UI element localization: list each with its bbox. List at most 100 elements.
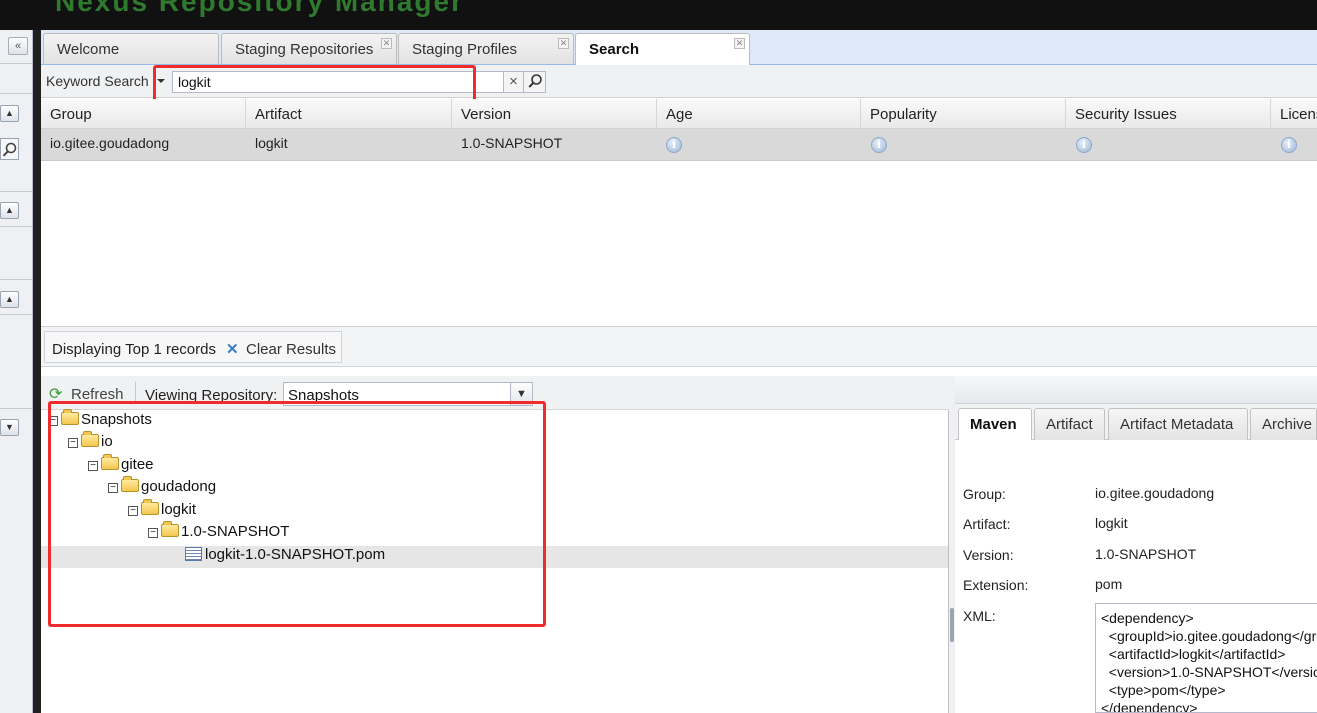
cell-group: io.gitee.goudadong — [50, 135, 170, 151]
results-status-bar: Displaying Top 1 records ✕ Clear Results — [41, 326, 1317, 367]
info-icon[interactable]: i — [1281, 137, 1297, 153]
column-header-security-issues[interactable]: Security Issues — [1066, 99, 1271, 129]
nav-section-collapse-icon[interactable]: ▲ — [0, 105, 19, 122]
nav-divider — [0, 63, 33, 64]
folder-icon — [81, 431, 99, 447]
refresh-button[interactable]: Refresh — [71, 386, 124, 403]
nav-divider — [0, 408, 33, 409]
tab-label: Welcome — [57, 41, 120, 58]
tab-label: Search — [589, 41, 640, 58]
pom-file-icon — [185, 547, 202, 561]
tab-strip: Welcome Staging Repositories ✕ Staging Pr… — [41, 30, 1317, 65]
nav-divider — [0, 191, 33, 192]
info-icon[interactable]: i — [871, 137, 887, 153]
tree-node-io[interactable]: − io — [68, 431, 113, 455]
nav-section-collapse-icon[interactable]: ▲ — [0, 202, 19, 219]
tree-node-logkit[interactable]: − logkit — [128, 499, 197, 523]
column-header-age[interactable]: Age — [657, 99, 861, 129]
tab-archive[interactable]: Archive — [1250, 408, 1317, 440]
tree-node-label: Snapshots — [81, 411, 152, 428]
extension-label: Extension: — [963, 577, 1029, 593]
tab-artifact-metadata[interactable]: Artifact Metadata — [1108, 408, 1248, 440]
folder-icon — [61, 409, 79, 425]
tab-search[interactable]: Search ✕ — [575, 33, 750, 65]
folder-icon — [101, 454, 119, 470]
column-header-version[interactable]: Version — [452, 99, 657, 129]
tree-node-label: logkit-1.0-SNAPSHOT.pom — [205, 546, 386, 563]
extension-value: pom — [1095, 576, 1123, 592]
tab-welcome[interactable]: Welcome — [43, 33, 219, 64]
tab-staging-profiles[interactable]: Staging Profiles ✕ — [398, 33, 574, 64]
nav-section-expand-icon[interactable]: ▼ — [0, 419, 19, 436]
version-label: Version: — [963, 547, 1014, 563]
chevron-down-icon[interactable]: ▼ — [510, 383, 532, 405]
keyword-search-toolbar: Keyword Search × — [41, 65, 1317, 98]
collapse-nav-button[interactable]: « — [8, 37, 28, 55]
details-header — [955, 376, 1317, 404]
nav-section-collapse-icon[interactable]: ▲ — [0, 291, 19, 308]
chevron-down-icon[interactable] — [157, 79, 165, 83]
cell-version: 1.0-SNAPSHOT — [461, 135, 563, 151]
drag-grip-icon[interactable] — [950, 608, 954, 642]
tree-node-gitee[interactable]: − gitee — [88, 454, 154, 478]
tab-label: Staging Repositories — [235, 41, 374, 58]
artifact-label: Artifact: — [963, 516, 1011, 532]
artifact-details-panel: Maven Artifact Artifact Metadata Archive… — [955, 376, 1317, 713]
nav-divider — [0, 93, 33, 94]
info-icon[interactable]: i — [666, 137, 682, 153]
refresh-icon[interactable]: ⟳ — [49, 384, 62, 404]
left-nav-panel: « ▲ ▲ ▲ ▼ — [0, 30, 33, 713]
repository-browser: ⟳ Refresh Viewing Repository: Snapshots … — [41, 376, 949, 713]
tree-node-version[interactable]: − 1.0-SNAPSHOT — [148, 521, 290, 545]
close-tab-icon[interactable]: ✕ — [734, 38, 745, 49]
search-mode-dropdown[interactable]: Keyword Search — [46, 73, 149, 89]
tab-label: Staging Profiles — [412, 41, 518, 58]
folder-icon — [161, 521, 179, 537]
app-header: Nexus Repository Manager — [0, 0, 1317, 30]
clear-results-button[interactable]: Clear Results — [246, 341, 336, 358]
close-tab-icon[interactable]: ✕ — [381, 38, 392, 49]
keyword-search-input[interactable] — [172, 71, 504, 93]
panel-gutter — [33, 30, 41, 713]
table-row[interactable]: io.gitee.goudadong logkit 1.0-SNAPSHOT i… — [41, 129, 1317, 161]
tree-node-goudadong[interactable]: − goudadong — [108, 476, 217, 500]
column-header-group[interactable]: Group — [41, 99, 246, 129]
column-header-artifact[interactable]: Artifact — [246, 99, 452, 129]
collapse-toggle-icon[interactable]: − — [48, 416, 58, 426]
search-button[interactable] — [524, 71, 546, 93]
collapse-toggle-icon[interactable]: − — [88, 461, 98, 471]
xml-label: XML: — [963, 608, 996, 624]
browser-toolbar: ⟳ Refresh Viewing Repository: Snapshots … — [41, 376, 949, 410]
tab-artifact[interactable]: Artifact — [1034, 408, 1105, 440]
nav-divider — [0, 279, 33, 280]
tab-maven[interactable]: Maven — [958, 408, 1032, 440]
tab-staging-repositories[interactable]: Staging Repositories ✕ — [221, 33, 397, 64]
xml-snippet[interactable]: <dependency> <groupId>io.gitee.goudadong… — [1095, 603, 1317, 713]
tree-node-label: gitee — [121, 456, 154, 473]
tree-node-label: goudadong — [141, 478, 217, 495]
nav-divider — [0, 226, 33, 227]
selected-row-highlight — [41, 546, 948, 568]
collapse-toggle-icon[interactable]: − — [128, 506, 138, 516]
collapse-toggle-icon[interactable]: − — [108, 483, 118, 493]
column-header-popularity[interactable]: Popularity — [861, 99, 1066, 129]
results-grid-header: Group Artifact Version Age Popularity Se… — [41, 99, 1317, 129]
tree-node-pom-file[interactable]: logkit-1.0-SNAPSHOT.pom — [185, 546, 385, 568]
collapse-toggle-icon[interactable]: − — [68, 438, 78, 448]
cell-artifact: logkit — [255, 135, 288, 151]
info-icon[interactable]: i — [1076, 137, 1092, 153]
collapse-toggle-icon[interactable]: − — [148, 528, 158, 538]
clear-icon[interactable]: ✕ — [226, 340, 239, 358]
tree-node-label: logkit — [161, 501, 197, 518]
nav-search-icon[interactable] — [0, 138, 19, 160]
magnifier-icon — [527, 74, 542, 88]
main-panel: Welcome Staging Repositories ✕ Staging Pr… — [41, 30, 1317, 713]
close-tab-icon[interactable]: ✕ — [558, 38, 569, 49]
close-icon[interactable]: × — [504, 71, 524, 93]
repository-select[interactable]: Snapshots ▼ — [283, 382, 533, 406]
brand-logo: Nexus Repository Manager — [55, 0, 464, 17]
folder-icon — [121, 476, 139, 492]
tree-node-snapshots[interactable]: − Snapshots — [48, 409, 152, 433]
column-header-license[interactable]: Licens — [1271, 99, 1317, 129]
tree-node-label: 1.0-SNAPSHOT — [181, 523, 290, 540]
